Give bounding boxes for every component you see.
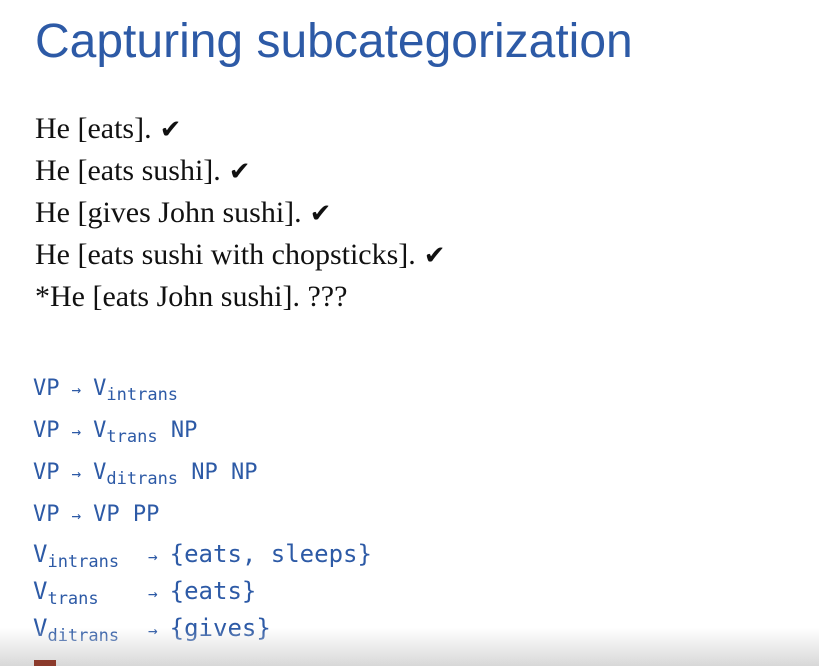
grammar-rule: VP → VP PP [33,494,372,536]
grammar-rule: VP → Vditrans NP NP [33,452,372,494]
sentence-text: He [eats sushi with chopsticks]. [35,238,416,271]
slide-title: Capturing subcategorization [35,15,633,68]
lexicon-verb: V [33,540,48,568]
arrow-icon: → [148,547,158,566]
lexicon-rule: Vtrans → {eats} [33,573,372,610]
example-sentence: He [gives John sushi]. ✔ [35,192,446,234]
check-icon: ✔ [159,115,182,145]
example-sentence: He [eats]. ✔ [35,108,446,150]
rule-verb-subscript: ditrans [106,469,179,489]
grammar-rules: VP → Vintrans VP → Vtrans NP VP → Vditrans NP … [33,368,372,647]
rule-lhs: VP [33,376,60,401]
rule-lhs: VP [33,460,60,485]
rule-rhs: VP PP [93,502,160,527]
lexicon-words: {eats} [169,577,257,605]
rule-verb: V [93,376,107,401]
slide-corner-mark [34,660,56,666]
example-sentence-ungrammatical: *He [eats John sushi]. ??? [35,276,446,318]
rule-verb-subscript: trans [106,427,158,447]
lexicon-lhs: Vtrans [33,573,136,613]
grammar-rule: VP → Vintrans [33,368,372,410]
rule-lhs: VP [33,502,60,527]
lexicon-lhs: Vintrans [33,536,136,576]
lexicon-verb-subscript: intrans [47,552,120,572]
arrow-icon: → [71,380,82,399]
rule-verb: V [93,418,107,443]
arrow-icon: → [71,422,82,441]
rule-verb-subscript: intrans [106,385,179,405]
check-icon: ✔ [228,157,251,187]
bottom-shadow [0,628,819,666]
sentence-text: He [gives John sushi]. [35,196,302,229]
lexicon-rule: Vintrans → {eats, sleeps} [33,536,372,573]
rule-verb: V [93,460,107,485]
lexicon-verb-subscript: trans [47,589,99,609]
example-sentences: He [eats]. ✔ He [eats sushi]. ✔ He [gives … [35,108,446,318]
arrow-icon: → [71,464,82,483]
example-sentence: He [eats sushi]. ✔ [35,150,446,192]
arrow-icon: → [148,584,158,603]
check-icon: ✔ [423,241,446,271]
rule-rest: NP NP [191,460,258,485]
sentence-text: He [eats]. [35,112,152,145]
arrow-icon: → [71,506,82,525]
sentence-text: He [eats sushi]. [35,154,221,187]
lexicon-words: {eats, sleeps} [169,540,372,568]
example-sentence: He [eats sushi with chopsticks]. ✔ [35,234,446,276]
rule-lhs: VP [33,418,60,443]
grammar-rule: VP → Vtrans NP [33,410,372,452]
check-icon: ✔ [309,199,332,229]
lexicon-verb: V [33,577,48,605]
sentence-text: *He [eats John sushi]. ??? [35,280,348,313]
rule-rest: NP [170,418,198,443]
